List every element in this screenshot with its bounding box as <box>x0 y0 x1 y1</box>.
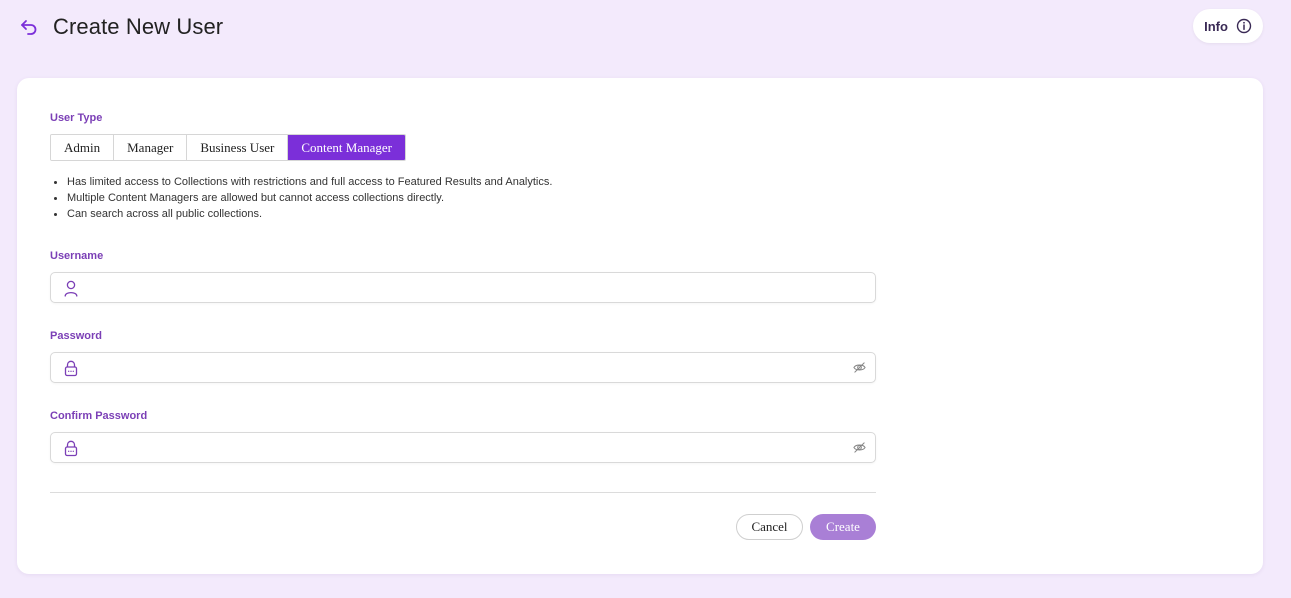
username-label: Username <box>50 250 104 262</box>
page-header: Create New User Info <box>0 0 1291 60</box>
user-type-description: Has limited access to Collections with r… <box>54 174 552 222</box>
confirm-password-label: Confirm Password <box>50 410 148 422</box>
password-input[interactable] <box>87 353 847 382</box>
confirm-password-input[interactable] <box>87 433 847 462</box>
create-button[interactable]: Create <box>810 514 876 540</box>
user-icon <box>63 279 79 297</box>
user-type-option-admin[interactable]: Admin <box>51 135 115 160</box>
eye-off-icon[interactable] <box>852 360 866 374</box>
user-type-selector: Admin Manager Business User Content Mana… <box>50 134 406 161</box>
user-type-option-manager[interactable]: Manager <box>114 135 188 160</box>
page-title: Create New User <box>53 14 224 39</box>
eye-off-icon[interactable] <box>852 440 866 454</box>
form-divider <box>50 492 876 493</box>
user-type-label: User Type <box>50 112 103 124</box>
info-button[interactable]: Info <box>1193 9 1263 43</box>
user-type-option-business-user[interactable]: Business User <box>187 135 289 160</box>
description-item: Can search across all public collections… <box>54 206 552 222</box>
lock-icon <box>63 439 79 457</box>
back-arrow-icon <box>21 20 37 35</box>
description-item: Multiple Content Managers are allowed bu… <box>54 190 552 206</box>
info-label: Info <box>1204 18 1228 34</box>
back-button[interactable] <box>18 16 40 38</box>
username-field[interactable] <box>50 272 876 303</box>
description-item: Has limited access to Collections with r… <box>54 174 552 190</box>
password-label: Password <box>50 330 102 342</box>
lock-icon <box>63 359 79 377</box>
password-field[interactable] <box>50 352 876 383</box>
confirm-password-field[interactable] <box>50 432 876 463</box>
cancel-button[interactable]: Cancel <box>736 514 803 540</box>
create-user-form-card: User Type Admin Manager Business User Co… <box>17 78 1263 574</box>
user-type-option-content-manager[interactable]: Content Manager <box>288 135 405 160</box>
info-icon <box>1236 18 1252 34</box>
username-input[interactable] <box>87 273 847 302</box>
